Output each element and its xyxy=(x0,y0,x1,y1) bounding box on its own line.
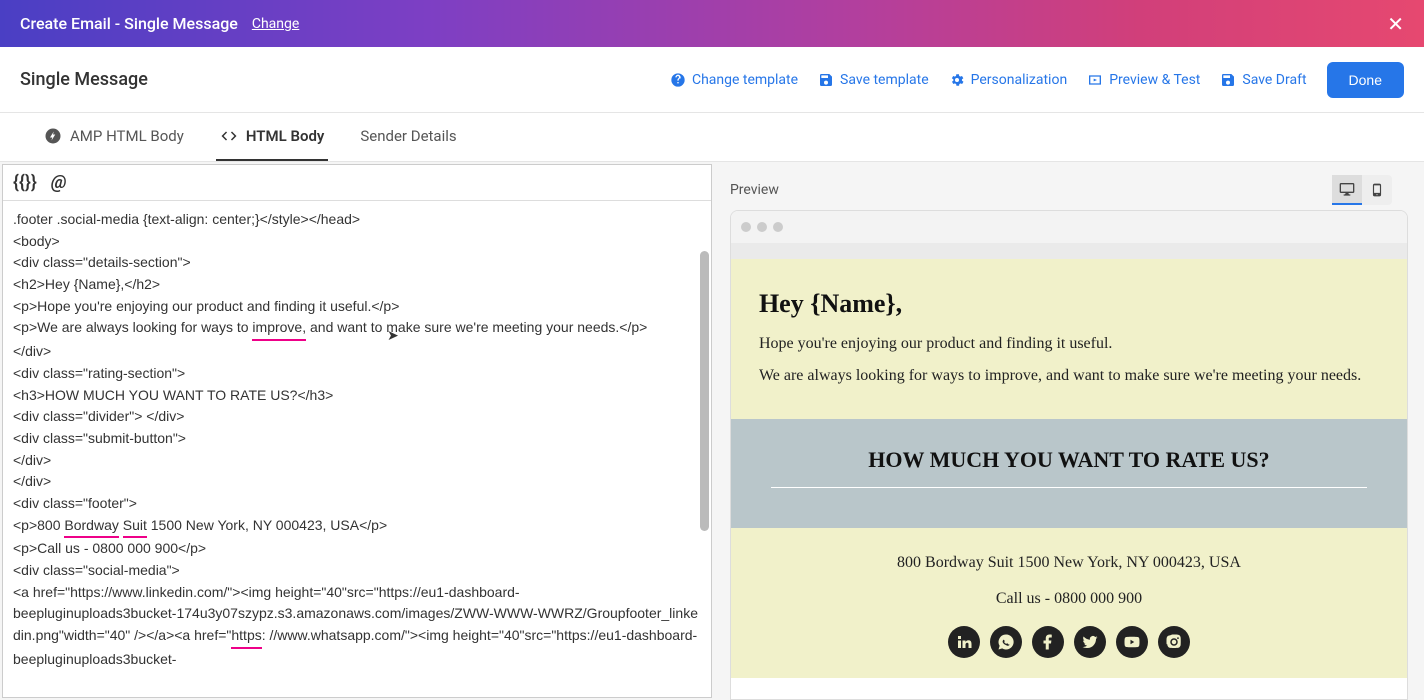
at-icon[interactable]: @ xyxy=(51,172,67,193)
banner-title: Create Email - Single Message xyxy=(20,14,238,33)
page-title: Single Message xyxy=(20,69,148,90)
desktop-toggle[interactable] xyxy=(1332,175,1362,205)
scrollbar[interactable] xyxy=(697,201,711,697)
preview-header: Preview xyxy=(730,170,1408,210)
code-line: <div class="divider"> </div> xyxy=(13,406,701,428)
footer-phone: Call us - 0800 000 900 xyxy=(751,590,1387,608)
change-template-button[interactable]: Change template xyxy=(670,72,798,88)
personalization-button[interactable]: Personalization xyxy=(949,72,1068,88)
email-preview: Hey {Name}, Hope you're enjoying our pro… xyxy=(731,259,1407,699)
code-line: <div class="social-media"> xyxy=(13,560,701,582)
linkedin-icon[interactable] xyxy=(948,626,980,658)
done-button[interactable]: Done xyxy=(1327,62,1404,98)
gear-icon xyxy=(949,72,965,88)
toolbar-actions: Change template Save template Personaliz… xyxy=(670,62,1404,98)
editor-pane: {{}} @ ➤ .footer .social-media {text-ali… xyxy=(2,164,712,698)
code-line: <body> xyxy=(13,231,701,253)
youtube-icon[interactable] xyxy=(1116,626,1148,658)
preview-pane: Preview Hey {Name}, Hope you're en xyxy=(714,162,1424,700)
scroll-thumb[interactable] xyxy=(700,251,709,531)
tab-html-body[interactable]: HTML Body xyxy=(216,113,329,161)
whatsapp-icon[interactable] xyxy=(990,626,1022,658)
change-link[interactable]: Change xyxy=(252,16,299,32)
content-area: {{}} @ ➤ .footer .social-media {text-ali… xyxy=(0,162,1424,700)
code-line: <p>We are always looking for ways to imp… xyxy=(13,317,701,341)
email-paragraph: We are always looking for ways to improv… xyxy=(759,367,1379,385)
email-details-section: Hey {Name}, Hope you're enjoying our pro… xyxy=(731,259,1407,419)
code-line: <p>800 Bordway Suit 1500 New York, NY 00… xyxy=(13,515,701,539)
preview-test-label: Preview & Test xyxy=(1109,72,1200,88)
social-media xyxy=(751,626,1387,658)
code-line: </div> xyxy=(13,471,701,493)
footer-address: 800 Bordway Suit 1500 New York, NY 00042… xyxy=(751,554,1387,572)
email-paragraph: Hope you're enjoying our product and fin… xyxy=(759,335,1379,353)
cursor-icon: ➤ xyxy=(387,325,399,347)
code-line: <div class="details-section"> xyxy=(13,252,701,274)
code-line: .footer .social-media {text-align: cente… xyxy=(13,209,701,231)
code-line: beepluginuploads3bucket-174u3y07szypz.s3… xyxy=(13,603,701,670)
personalization-label: Personalization xyxy=(971,72,1068,88)
window-dot xyxy=(773,222,783,232)
browser-chrome xyxy=(731,211,1407,243)
code-line: <div class="rating-section"> xyxy=(13,363,701,385)
save-draft-label: Save Draft xyxy=(1242,72,1306,88)
code-line: <p>Hope you're enjoying our product and … xyxy=(13,296,701,318)
preview-label: Preview xyxy=(730,182,779,198)
rating-heading: HOW MUCH YOU WANT TO RATE US? xyxy=(751,447,1387,473)
divider xyxy=(771,487,1367,488)
tab-amp-html-body[interactable]: AMP HTML Body xyxy=(40,113,188,161)
email-footer: 800 Bordway Suit 1500 New York, NY 00042… xyxy=(731,528,1407,678)
code-editor[interactable]: ➤ .footer .social-media {text-align: cen… xyxy=(3,201,711,697)
browser-frame: Hey {Name}, Hope you're enjoying our pro… xyxy=(730,210,1408,700)
code-line: </div> xyxy=(13,450,701,472)
preview-test-button[interactable]: Preview & Test xyxy=(1087,72,1200,88)
desktop-icon xyxy=(1339,181,1355,197)
browser-urlbar xyxy=(731,243,1407,259)
email-heading: Hey {Name}, xyxy=(759,289,1379,319)
code-line: <div class="footer"> xyxy=(13,493,701,515)
facebook-icon[interactable] xyxy=(1032,626,1064,658)
mobile-icon xyxy=(1370,183,1384,197)
email-rating-section: HOW MUCH YOU WANT TO RATE US? xyxy=(731,419,1407,528)
tab-sender-label: Sender Details xyxy=(360,127,456,145)
code-line: <div class="submit-button"> xyxy=(13,428,701,450)
tab-amp-label: AMP HTML Body xyxy=(70,127,184,145)
toolbar: Single Message Change template Save temp… xyxy=(0,47,1424,113)
save-draft-button[interactable]: Save Draft xyxy=(1220,72,1306,88)
change-template-label: Change template xyxy=(692,72,798,88)
device-toggle xyxy=(1332,175,1392,205)
code-line: <h3>HOW MUCH YOU WANT TO RATE US?</h3> xyxy=(13,385,701,407)
save-draft-icon xyxy=(1220,72,1236,88)
tab-sender-details[interactable]: Sender Details xyxy=(356,113,460,161)
save-template-label: Save template xyxy=(840,72,929,88)
code-line: <p>Call us - 0800 000 900</p> xyxy=(13,538,701,560)
twitter-icon[interactable] xyxy=(1074,626,1106,658)
preview-icon xyxy=(1087,72,1103,88)
close-icon[interactable]: ✕ xyxy=(1387,12,1404,36)
amp-icon xyxy=(44,127,62,145)
tabs: AMP HTML Body HTML Body Sender Details xyxy=(0,113,1424,162)
top-banner: Create Email - Single Message Change ✕ xyxy=(0,0,1424,47)
save-icon xyxy=(818,72,834,88)
braces-icon[interactable]: {{}} xyxy=(13,172,37,193)
window-dot xyxy=(741,222,751,232)
window-dot xyxy=(757,222,767,232)
instagram-icon[interactable] xyxy=(1158,626,1190,658)
editor-toolbar: {{}} @ xyxy=(3,165,711,201)
tab-html-label: HTML Body xyxy=(246,127,325,145)
code-line: <a href="https://www.linkedin.com/"><img… xyxy=(13,582,701,604)
mobile-toggle[interactable] xyxy=(1362,175,1392,205)
change-template-icon xyxy=(670,72,686,88)
code-line: <h2>Hey {Name},</h2> xyxy=(13,274,701,296)
code-icon xyxy=(220,127,238,145)
save-template-button[interactable]: Save template xyxy=(818,72,929,88)
code-line: </div> xyxy=(13,341,701,363)
